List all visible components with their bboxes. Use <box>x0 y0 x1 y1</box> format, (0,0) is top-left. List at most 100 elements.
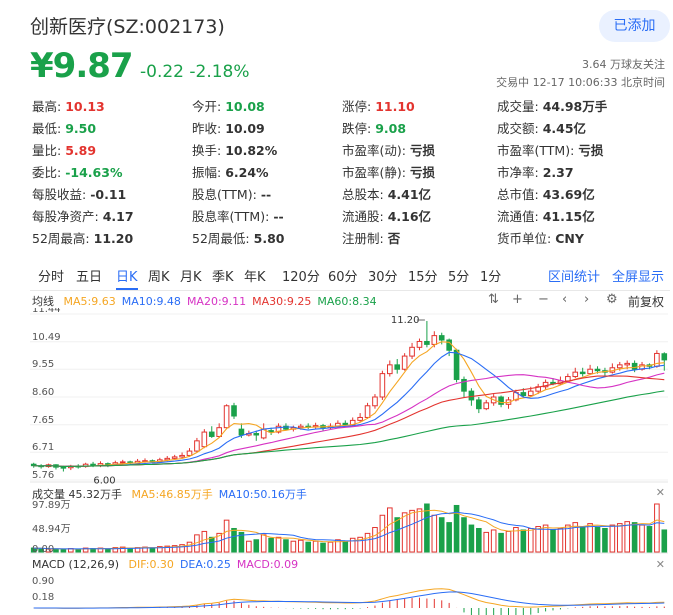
candle-body <box>297 425 304 429</box>
stock-title: 创新医疗(SZ:002173) <box>30 16 225 38</box>
added-watchlist-button[interactable]: 已添加 <box>599 10 670 42</box>
volume-bar <box>372 527 378 553</box>
volume-bar <box>394 517 401 553</box>
quote-label: 振幅: <box>192 165 222 180</box>
quote-value: 亏损 <box>578 143 604 158</box>
zoom-out-icon[interactable]: − <box>538 292 549 307</box>
volume-close-icon[interactable]: ✕ <box>656 486 665 499</box>
volume-bar <box>186 541 193 553</box>
quote-value: 10.08 <box>225 99 265 114</box>
sort-icon[interactable]: ⇅ <box>488 292 499 307</box>
settings-icon[interactable]: ⚙ <box>606 292 618 307</box>
candle-body <box>394 364 401 370</box>
volume-bar <box>297 539 304 553</box>
candle-body <box>387 364 393 375</box>
quote-cell: 流通值: 41.15亿 <box>497 206 595 225</box>
quote-cell: 量比: 5.89 <box>32 140 96 159</box>
tab-5[interactable]: 季K <box>212 266 234 285</box>
tab-3[interactable]: 周K <box>148 266 170 285</box>
quote-row: 量比: 5.89 换手: 10.82% 市盈率(动): 亏损 市盈率(TTM): 亏损 <box>32 140 662 162</box>
quote-value: -0.11 <box>90 187 127 202</box>
quote-cell: 换手: 10.82% <box>192 140 277 159</box>
quote-cell: 委比: -14.63% <box>32 162 122 181</box>
ma-item: MA10:9.48 <box>121 295 181 308</box>
candle-body <box>60 466 67 469</box>
quote-cell: 成交额: 4.45亿 <box>497 118 586 137</box>
tab-2[interactable]: 日K <box>116 266 138 290</box>
quote-value: 10.09 <box>225 121 265 136</box>
volume-bar <box>268 537 274 553</box>
next-icon[interactable]: › <box>584 292 589 307</box>
ma-line <box>33 375 665 467</box>
quote-cell: 今开: 10.08 <box>192 96 265 115</box>
volume-bar <box>231 527 237 553</box>
candle-body <box>186 450 193 456</box>
quote-cell: 振幅: 6.24% <box>192 162 269 181</box>
zoom-in-icon[interactable]: + <box>512 292 523 307</box>
quote-label: 流通股: <box>342 209 384 224</box>
tab-8[interactable]: 60分 <box>328 266 358 285</box>
ma-item: MA20:9.11 <box>186 295 247 308</box>
volume-bar <box>639 524 645 553</box>
quote-cell: 市净率: 2.37 <box>497 162 574 181</box>
fullscreen-link[interactable]: 全屏显示 <box>612 266 664 285</box>
candle-body <box>401 355 408 370</box>
quote-value: 亏损 <box>409 165 435 180</box>
quote-label: 量比: <box>32 143 62 158</box>
volume-bar <box>550 529 556 553</box>
candle-body <box>372 396 378 407</box>
quote-value: 6.24% <box>225 165 269 180</box>
tab-7[interactable]: 120分 <box>282 266 320 285</box>
tab-12[interactable]: 1分 <box>480 266 501 285</box>
tab-0[interactable]: 分时 <box>38 266 64 285</box>
current-price: ¥9.87 <box>30 46 134 86</box>
tab-10[interactable]: 15分 <box>408 266 438 285</box>
candle-body <box>208 431 215 437</box>
tab-1[interactable]: 五日 <box>76 266 102 285</box>
volume-bar <box>520 529 527 553</box>
candle-body <box>379 373 386 398</box>
range-stats-link[interactable]: 区间统计 <box>548 266 600 285</box>
macd-close-icon[interactable]: ✕ <box>656 558 665 571</box>
quote-value: 4.17 <box>102 209 134 224</box>
volume-bar <box>646 526 653 553</box>
quote-label: 市盈率(动): <box>342 143 406 158</box>
candle-body <box>424 340 430 345</box>
quote-cell: 成交量: 44.98万手 <box>497 96 607 115</box>
quote-cell: 涨停: 11.10 <box>342 96 415 115</box>
volume-bar <box>483 531 490 553</box>
quote-label: 市盈率(TTM): <box>497 143 575 158</box>
quote-value: 亏损 <box>409 143 435 158</box>
quote-label: 今开: <box>192 99 222 114</box>
volume-bar <box>327 541 334 553</box>
follower-count: 3.64 万球友关注 <box>582 58 665 71</box>
quote-cell: 总市值: 43.69亿 <box>497 184 595 203</box>
kline-legend-title: 均线 <box>32 295 54 308</box>
quote-value: 10.82% <box>225 143 278 158</box>
quote-value: 9.08 <box>375 121 407 136</box>
tab-11[interactable]: 5分 <box>448 266 469 285</box>
tab-6[interactable]: 年K <box>244 266 266 285</box>
ma-lines <box>33 341 665 467</box>
volume-bar <box>312 540 319 553</box>
candle-body <box>253 433 260 436</box>
quote-cell: 股息率(TTM): -- <box>192 206 284 225</box>
quote-value: -- <box>273 209 284 224</box>
volume-bar <box>201 530 208 553</box>
quote-cell: 货币单位: CNY <box>497 228 584 247</box>
tab-9[interactable]: 30分 <box>368 266 398 285</box>
volume-bar <box>661 529 668 553</box>
prev-icon[interactable]: ‹ <box>562 292 567 307</box>
dea-line <box>33 591 665 609</box>
candle-body <box>201 431 208 448</box>
volume-bar <box>409 509 415 553</box>
tab-4[interactable]: 月K <box>180 266 202 285</box>
volume-bar <box>320 542 326 553</box>
vol-ma-item: MA5:46.85万手 <box>131 488 213 501</box>
volume-bar <box>654 503 660 553</box>
quote-label: 每股收益: <box>32 187 87 202</box>
quote-label: 股息(TTM): <box>192 187 257 202</box>
quote-value: CNY <box>555 231 584 246</box>
volume-bar <box>446 522 452 553</box>
quote-label: 流通值: <box>497 209 539 224</box>
